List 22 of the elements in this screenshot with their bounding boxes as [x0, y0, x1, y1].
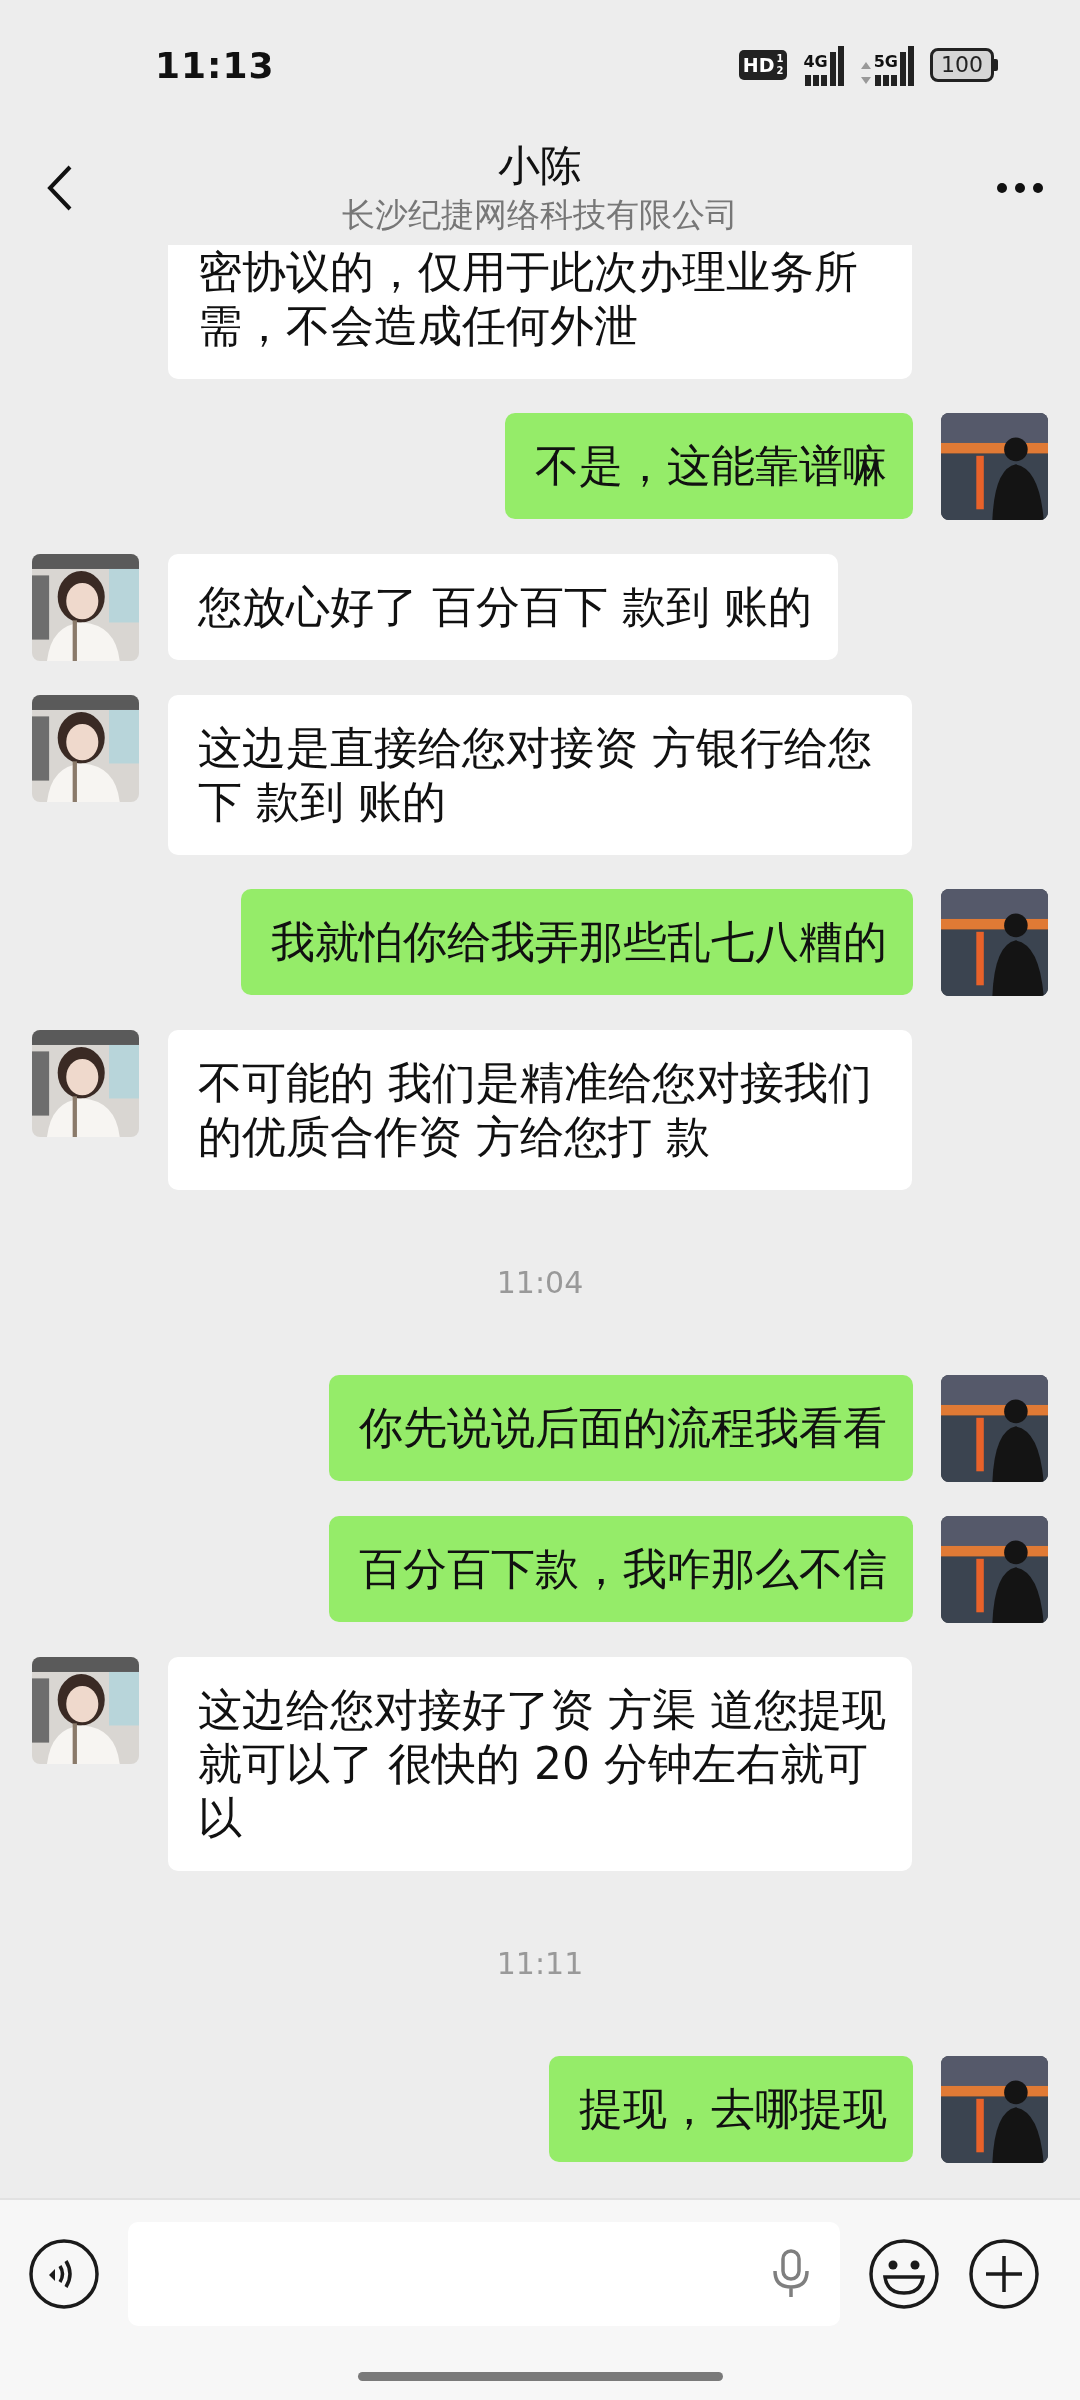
message-bubble: 提现，去哪提现 [549, 2056, 913, 2162]
message-input[interactable] [128, 2222, 840, 2326]
timestamp: 11:11 [496, 1946, 584, 1981]
message-bubble: 密协议的，仅用于此次办理业务所需，不会造成任何外泄 [168, 245, 912, 379]
message-bubble: 这边是直接给您对接资 方银行给您下 款到 账的 [168, 695, 912, 855]
clock-time: 11:13 [155, 44, 275, 86]
message-bubble: 这边给您对接好了资 方渠 道您提现就可以了 很快的 20 分钟左右就可以 [168, 1657, 912, 1871]
voice-button[interactable] [28, 2238, 100, 2310]
message-bubble: 我就怕你给我弄那些乱七八糟的 [241, 889, 913, 995]
microphone-icon[interactable] [772, 2249, 810, 2299]
timestamp: 11:04 [496, 1265, 584, 1300]
message-bubble: 你先说说后面的流程我看看 [329, 1375, 913, 1481]
chat-title: 小陈 [498, 139, 582, 192]
more-button[interactable] [996, 181, 1044, 194]
message-bubble: 您放心好了 百分百下 款到 账的 [168, 554, 838, 660]
emoji-button[interactable] [868, 2238, 940, 2310]
add-button[interactable] [968, 2238, 1040, 2310]
message-bubble: 不是，这能靠谱嘛 [505, 413, 913, 519]
back-button[interactable] [46, 163, 74, 212]
message-bubble: 不可能的 我们是精准给您对接我们的优质合作资 方给您打 款 [168, 1030, 912, 1190]
message-bubble: 百分百下款，我咋那么不信 [329, 1516, 913, 1622]
chat-subtitle: 长沙纪捷网络科技有限公司 [342, 193, 738, 236]
